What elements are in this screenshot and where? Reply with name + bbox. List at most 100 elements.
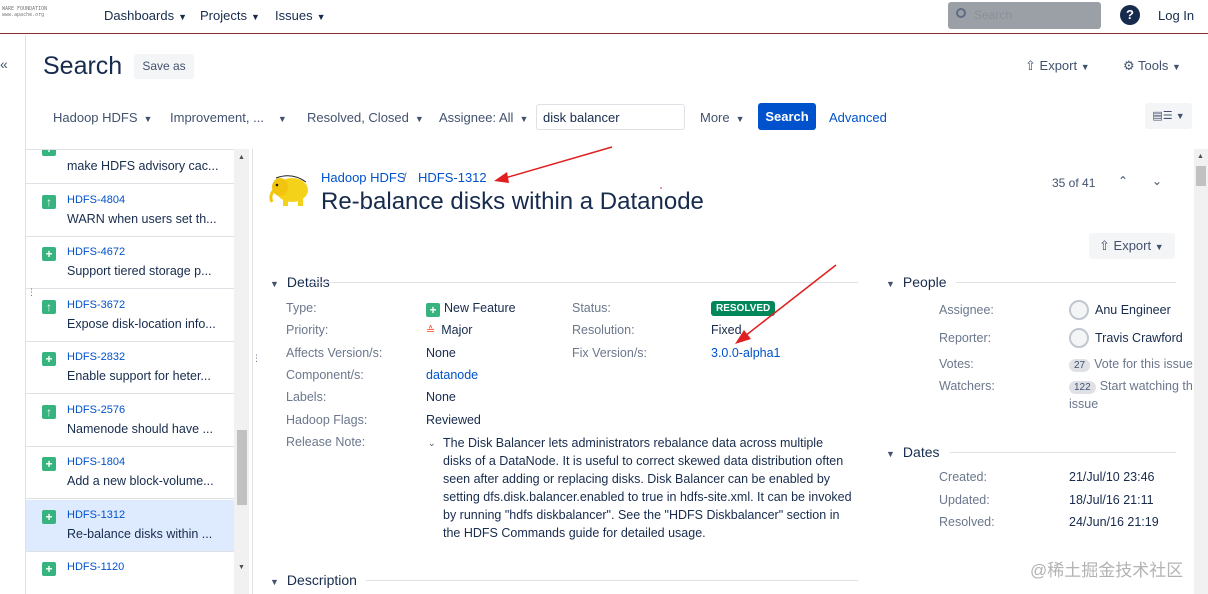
watchers-value[interactable]: 122 Start watching th — [1069, 379, 1193, 394]
nav-issues[interactable]: Issues ▼ — [275, 8, 326, 23]
next-issue-icon[interactable]: ⌄ — [1152, 174, 1162, 188]
breadcrumb-project[interactable]: Hadoop HDFS — [321, 170, 406, 185]
reporter-value[interactable]: Travis Crawford — [1095, 331, 1183, 345]
issue-title: Re-balance disks within a Datanode — [321, 188, 704, 215]
list-item[interactable]: ↑ HDFS-3672 Expose disk-location info... — [26, 290, 234, 342]
hadoop-elephant-icon — [269, 175, 308, 206]
fix-version-link[interactable]: 3.0.0-alpha1 — [711, 346, 781, 360]
save-as-button[interactable]: Save as — [134, 54, 194, 79]
detail-scrollbar[interactable] — [1194, 149, 1208, 594]
nav-dashboards-label: Dashboards — [104, 8, 175, 23]
labels-value: None — [426, 390, 456, 404]
list-item[interactable]: + HDFS-4817 make HDFS advisory cac... — [26, 150, 234, 184]
search-button[interactable]: Search — [758, 103, 816, 130]
chevron-down-icon: ▼ — [1172, 62, 1181, 72]
top-nav: WARE FOUNDATION www.apache.org Dashboard… — [0, 0, 1208, 34]
filter-assignee[interactable]: Assignee: All ▼ — [439, 110, 528, 125]
issue-list-scroll-thumb[interactable] — [237, 430, 247, 505]
quick-search-input[interactable]: Search — [948, 2, 1101, 29]
vote-link: Vote for this issue — [1094, 357, 1193, 371]
filter-more[interactable]: More ▼ — [700, 110, 745, 125]
page-title: Search — [43, 52, 123, 80]
votes-count: 27 — [1069, 359, 1091, 372]
panel-resize-handle-icon[interactable]: ⋮ — [252, 354, 261, 363]
scroll-up-icon[interactable]: ▲ — [238, 154, 245, 161]
people-heading[interactable]: ▼ People — [886, 274, 947, 290]
list-item[interactable]: + HDFS-4672 Support tiered storage p... — [26, 237, 234, 289]
reporter-label: Reporter: — [939, 331, 992, 345]
priority-label: Priority: — [286, 323, 329, 337]
filter-type-label: Improvement, ... — [170, 110, 264, 125]
assignee-label: Assignee: — [939, 303, 994, 317]
chevron-down-icon: ▼ — [316, 12, 326, 22]
new-feature-icon: + — [42, 247, 56, 261]
votes-value[interactable]: 27 Vote for this issue — [1069, 357, 1194, 372]
filter-type[interactable]: Improvement, ... ▼ — [170, 110, 287, 125]
description-heading[interactable]: ▼ Description — [270, 572, 357, 588]
assignee-value[interactable]: Anu Engineer — [1095, 303, 1171, 317]
breadcrumb-issue-key[interactable]: HDFS-1312 — [418, 170, 487, 185]
release-note-label: Release Note: — [286, 435, 366, 449]
detail-scroll-thumb[interactable] — [1196, 166, 1206, 186]
issue-summary: Expose disk-location info... — [67, 317, 216, 331]
new-feature-icon: + — [42, 457, 56, 471]
chevron-down-icon: ▼ — [143, 114, 153, 124]
release-note-text: The Disk Balancer lets administrators re… — [443, 436, 852, 540]
issue-list-scrollbar[interactable] — [234, 149, 249, 594]
list-item[interactable]: + HDFS-1804 Add a new block-volume... — [26, 447, 234, 499]
panel-divider — [252, 149, 253, 594]
text-search-input[interactable]: disk balancer — [536, 104, 685, 130]
scroll-up-icon[interactable]: ▲ — [1197, 153, 1204, 160]
advanced-search-link[interactable]: Advanced — [829, 110, 887, 125]
chevron-down-icon: ▼ — [519, 114, 529, 124]
export-icon: ⇧ — [1099, 238, 1110, 253]
drag-handle-icon[interactable]: ⋮ — [27, 288, 36, 297]
type-label: Type: — [286, 301, 317, 315]
list-item-selected[interactable]: + HDFS-1312 Re-balance disks within ... — [26, 500, 234, 552]
chevron-down-icon: ▼ — [735, 114, 745, 124]
login-link[interactable]: Log In — [1158, 8, 1194, 23]
chevron-down-icon: ▼ — [414, 114, 424, 124]
collapse-toggle-icon: ▼ — [886, 449, 895, 459]
chevron-down-icon: ▼ — [250, 12, 260, 22]
watchers-label: Watchers: — [939, 379, 995, 393]
nav-dashboards[interactable]: Dashboards ▼ — [104, 8, 187, 23]
list-item[interactable]: + HDFS-2832 Enable support for heter... — [26, 342, 234, 394]
list-item[interactable]: ↑ HDFS-4804 WARN when users set th... — [26, 185, 234, 237]
updated-label: Updated: — [939, 493, 990, 507]
nav-projects[interactable]: Projects ▼ — [200, 8, 260, 23]
issue-summary: WARN when users set th... — [67, 212, 217, 226]
component-link[interactable]: datanode — [426, 368, 478, 382]
search-icon — [956, 8, 966, 18]
new-feature-icon: + — [42, 150, 56, 156]
hadoop-flags-label: Hadoop Flags: — [286, 413, 368, 427]
export-button[interactable]: ⇧ Export ▼ — [1025, 58, 1090, 74]
export-label: Export — [1039, 58, 1078, 73]
tools-button[interactable]: ⚙ Tools ▼ — [1123, 58, 1181, 74]
issue-key: HDFS-3672 — [67, 299, 126, 311]
issue-summary: Namenode should have ... — [67, 422, 213, 436]
export-icon: ⇧ — [1025, 58, 1036, 73]
list-item[interactable]: ↑ HDFS-2576 Namenode should have ... — [26, 395, 234, 447]
issue-export-button[interactable]: ⇧ Export ▼ — [1089, 233, 1175, 259]
annotation-arrowhead — [494, 172, 509, 183]
release-note-collapse-icon[interactable]: ⌄ — [428, 438, 436, 449]
previous-issue-icon[interactable]: ⌃ — [1118, 174, 1128, 188]
details-divider — [310, 282, 858, 283]
help-icon[interactable]: ? — [1120, 5, 1140, 25]
list-item[interactable]: + HDFS-1120 — [26, 552, 234, 594]
component-label: Component/s: — [286, 368, 364, 382]
scroll-down-icon[interactable]: ▼ — [238, 564, 245, 571]
status-badge: RESOLVED — [711, 301, 776, 316]
layout-switcher-button[interactable]: ▤☰ ▼ — [1145, 103, 1192, 129]
dates-divider — [950, 452, 1176, 453]
created-value: 21/Jul/10 23:46 — [1069, 470, 1155, 484]
issue-summary: make HDFS advisory cac... — [67, 159, 219, 173]
filter-status[interactable]: Resolved, Closed ▼ — [307, 110, 424, 125]
dates-heading[interactable]: ▼ Dates — [886, 444, 940, 460]
pager-count: 35 of 41 — [1052, 176, 1096, 190]
tools-label: Tools — [1138, 58, 1169, 73]
apache-logo[interactable]: WARE FOUNDATION www.apache.org — [2, 6, 72, 26]
collapse-sidebar-icon[interactable]: « — [0, 56, 8, 72]
filter-project[interactable]: Hadoop HDFS ▼ — [53, 110, 152, 125]
